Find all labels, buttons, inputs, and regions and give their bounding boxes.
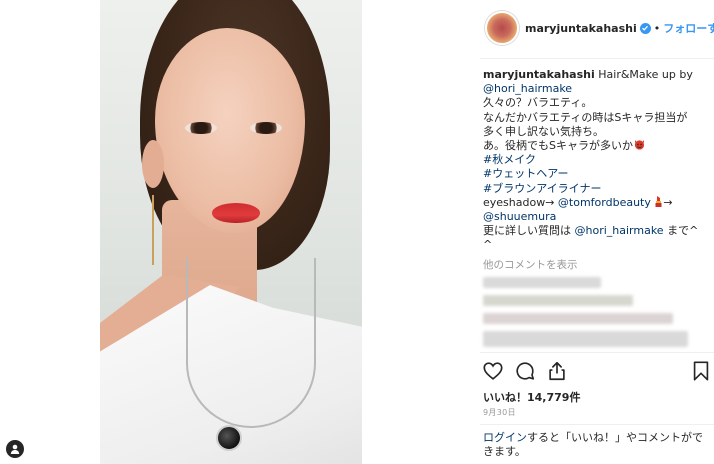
mention-link[interactable]: @shuuemura: [483, 210, 556, 223]
post-caption: maryjuntakahashi Hair&Make up by @hori_h…: [483, 68, 709, 253]
hashtag-link[interactable]: #ブラウンアイライナー: [483, 182, 601, 195]
caption-text: eyeshadow→: [483, 195, 555, 209]
caption-text: 更に詳しい質問は: [483, 224, 571, 238]
post-photo[interactable]: [100, 0, 362, 464]
blurred-comment: [483, 331, 688, 347]
caption-line-11: @shuuemura: [483, 210, 709, 224]
heart-icon[interactable]: [482, 360, 504, 382]
action-bar: [482, 360, 714, 382]
photo-ear: [142, 140, 164, 188]
caption-username[interactable]: maryjuntakahashi: [483, 68, 595, 81]
follow-button[interactable]: フォローする: [663, 20, 714, 36]
mention-link[interactable]: @hori_hairmake: [575, 224, 664, 237]
login-prompt: ログインすると「いいね！」やコメントができます。: [483, 431, 709, 459]
bookmark-icon[interactable]: [690, 360, 712, 382]
avatar[interactable]: [485, 11, 519, 45]
login-divider: [480, 424, 714, 425]
header-username[interactable]: maryjuntakahashi: [525, 22, 637, 35]
photo-eye-right: [250, 122, 282, 134]
mention-link[interactable]: @tomfordbeauty: [558, 196, 651, 209]
caption-line-8: #ウェットヘアー: [483, 167, 709, 181]
caption-line-12: 更に詳しい質問は @hori_hairmake まで^: [483, 224, 709, 238]
blurred-comment: [483, 295, 633, 306]
photo-eye-left: [185, 122, 217, 134]
caption-text: Hair&Make up by: [598, 68, 693, 81]
header-separator: •: [653, 21, 661, 35]
caption-line-9: #ブラウンアイライナー: [483, 182, 709, 196]
caption-line-7: #秋メイク: [483, 153, 709, 167]
login-link[interactable]: ログイン: [483, 431, 527, 444]
verified-badge-icon: [639, 22, 651, 34]
photo-necklace: [186, 258, 316, 428]
caption-line-2: @hori_hairmake: [483, 82, 709, 96]
hashtag-link[interactable]: #秋メイク: [483, 153, 536, 166]
photo-lips: [212, 203, 260, 223]
blurred-comment: [483, 313, 673, 324]
caption-text: →: [663, 195, 673, 209]
blurred-comment: [483, 277, 601, 288]
devil-emoji-icon: [634, 139, 645, 150]
caption-line-4: なんだかバラエティの時はSキャラ担当が: [483, 110, 688, 124]
caption-line-13: ^: [483, 238, 493, 252]
likes-count[interactable]: いいね！14,779件: [483, 389, 580, 405]
caption-text: あ。役柄でもSキャラが多いか: [483, 139, 633, 153]
post-sidebar: maryjuntakahashi • フォローする maryjuntakahas…: [470, 0, 714, 464]
caption-line-3: 久々の？バラエティ。: [483, 96, 593, 110]
caption-line-1: maryjuntakahashi Hair&Make up by: [483, 68, 709, 82]
caption-line-10: eyeshadow→ @tomfordbeauty →: [483, 195, 709, 210]
post-date: 9月30日: [483, 408, 516, 417]
photo-pendant: [216, 425, 242, 451]
comment-icon[interactable]: [514, 360, 536, 382]
header-divider: [480, 58, 714, 59]
post-header: maryjuntakahashi • フォローする: [480, 8, 714, 48]
caption-text: まで^: [667, 224, 699, 238]
view-more-comments-link[interactable]: 他のコメントを表示: [483, 257, 578, 272]
caption-line-6: あ。役柄でもSキャラが多いか: [483, 139, 709, 153]
share-icon[interactable]: [546, 360, 568, 382]
mention-link[interactable]: @hori_hairmake: [483, 82, 572, 95]
photo-earring: [152, 195, 154, 265]
user-tag-icon[interactable]: [6, 440, 24, 458]
hashtag-link[interactable]: #ウェットヘアー: [483, 167, 569, 180]
actions-divider: [480, 352, 714, 353]
caption-line-5: 多く申し訳ない気持ち。: [483, 124, 604, 138]
